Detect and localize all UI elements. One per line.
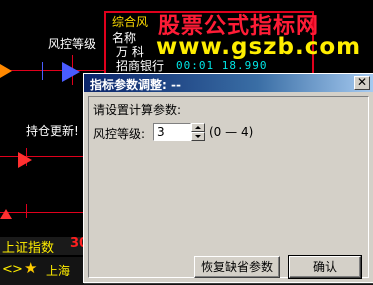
chart-grid-line bbox=[0, 212, 83, 213]
close-button[interactable]: ✕ bbox=[354, 76, 370, 90]
index-label[interactable]: 上证指数 bbox=[2, 237, 54, 256]
quote-panel-title: 综合风 bbox=[112, 15, 149, 29]
dialog-prompt: 请设置计算参数: bbox=[93, 103, 182, 117]
signal-marker-icon bbox=[0, 64, 12, 78]
chart-label-risk-level: 风控等级 bbox=[48, 37, 97, 51]
chart-grid-line bbox=[0, 156, 83, 157]
risk-level-input[interactable]: 3 bbox=[153, 123, 191, 141]
param-label-risk-level: 风控等级: bbox=[93, 127, 146, 141]
restore-defaults-button[interactable]: 恢复缺省参数 bbox=[194, 256, 280, 278]
ticker-label[interactable]: 上海 bbox=[46, 262, 70, 279]
chart-label-position-update: 持仓更新! bbox=[26, 124, 79, 138]
confirm-button[interactable]: 确认 bbox=[288, 255, 362, 279]
chevron-up-icon bbox=[195, 126, 201, 129]
spin-up-button[interactable] bbox=[191, 123, 205, 132]
chart-grid-line bbox=[0, 70, 104, 71]
signal-marker-icon bbox=[18, 152, 32, 168]
param-range: (0 — 4) bbox=[209, 125, 254, 139]
chart-grid-line bbox=[42, 62, 43, 80]
spin-down-button[interactable] bbox=[191, 132, 205, 141]
dialog-titlebar[interactable]: 指标参数调整: -- ✕ bbox=[84, 74, 373, 92]
chart-grid-line bbox=[26, 204, 27, 218]
dialog-content: 请设置计算参数: 风控等级: 3 (0 — 4) 恢复缺省参数 确认 bbox=[88, 96, 369, 279]
signal-marker-icon bbox=[62, 62, 80, 82]
indicator-param-dialog: 指标参数调整: -- ✕ 请设置计算参数: 风控等级: 3 (0 — 4) 恢复… bbox=[83, 73, 373, 283]
watermark-url: www.gszb.com bbox=[156, 34, 362, 60]
signal-marker-icon bbox=[0, 209, 12, 219]
chevron-right-icon[interactable]: > bbox=[12, 262, 23, 277]
chevron-down-icon bbox=[195, 135, 201, 138]
dialog-title: 指标参数调整: -- bbox=[90, 78, 181, 92]
star-icon[interactable]: ★ bbox=[24, 259, 37, 277]
